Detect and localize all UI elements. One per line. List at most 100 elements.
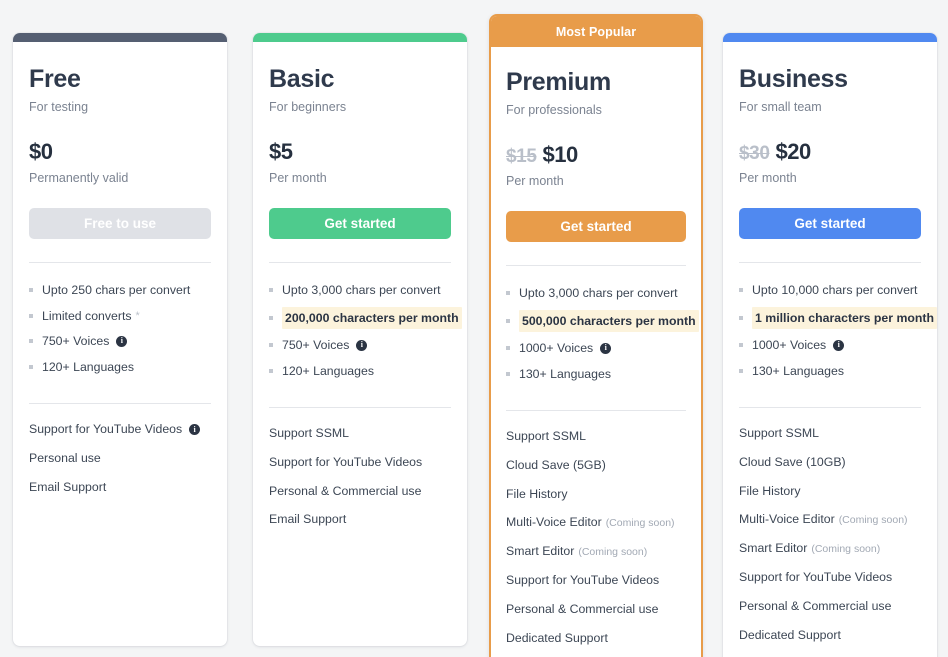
coming-soon-label: (Coming soon) (811, 542, 881, 555)
feature-label: Support for YouTube Videos (29, 422, 183, 436)
price-current-business: $20 (775, 138, 812, 164)
divider-top-business (739, 261, 921, 263)
divider-bottom-premium (506, 409, 686, 411)
price-current-premium: $10 (542, 141, 579, 167)
feature-label: 120+ Languages (282, 363, 374, 378)
price-original-business: $30 (739, 142, 770, 164)
plan-tagline-business: For small team (739, 99, 822, 114)
plan-slot-basic: Basic For beginners $5 Per month Get started… (240, 33, 480, 646)
card-body-basic: Basic For beginners $5 Per month Get started… (253, 42, 467, 535)
asterisk-icon: * (135, 309, 140, 322)
feature-label: 1000+ Voices (752, 338, 827, 353)
feature-item: Multi-Voice Editor (Coming soon) (506, 509, 686, 538)
feature-label: 200,000 characters per month (282, 306, 462, 330)
perk-feature-list-premium: Support SSML Cloud Save (5GB) File History… (506, 423, 686, 654)
get-started-button-premium[interactable]: Get started (506, 210, 686, 242)
plan-slot-premium: Most Popular Premium For professionals $15 $… (480, 14, 712, 657)
feature-label: Multi-Voice Editor (739, 512, 835, 527)
feature-item: Upto 250 chars per convert (29, 278, 211, 303)
feature-label: Personal & Commercial use (739, 598, 892, 613)
feature-item: Support for YouTube Videos i (29, 416, 211, 445)
feature-item: Cloud Save (5GB) (506, 451, 686, 480)
feature-item: 500,000 characters per month (506, 306, 699, 335)
bullet-square-icon (29, 339, 33, 344)
bullet-square-icon (269, 343, 273, 348)
feature-item: Personal & Commercial use (506, 595, 686, 624)
divider-top-basic (269, 261, 451, 263)
free-to-use-button-free: Free to use (29, 207, 211, 239)
quota-feature-list-business: Upto 10,000 chars per convert 1 million c… (739, 278, 938, 384)
get-started-button-basic[interactable]: Get started (269, 207, 451, 239)
bullet-square-icon (739, 315, 743, 320)
feature-item: 750+ Voices i (269, 333, 451, 358)
bullet-square-icon (29, 288, 33, 293)
pricing-card-business: Business For small team $30 $20 Per month Get… (723, 33, 938, 657)
feature-label: 130+ Languages (519, 366, 611, 381)
feature-item: 750+ Voices i (29, 329, 211, 354)
feature-item: 1000+ Voices i (506, 336, 686, 361)
price-row-business: $30 $20 (739, 139, 921, 165)
bullet-square-icon (739, 368, 743, 373)
feature-label: Upto 10,000 chars per convert (752, 283, 918, 298)
feature-label: File History (739, 483, 801, 498)
feature-item: Support for YouTube Videos (269, 448, 451, 477)
feature-label: 1000+ Voices (519, 341, 594, 356)
pricing-plans-grid: Free For testing $0 Permanently valid Free t… (0, 0, 948, 657)
feature-label: Email Support (29, 479, 107, 494)
info-icon[interactable]: i (116, 335, 128, 347)
quota-feature-list-premium: Upto 3,000 chars per convert 500,000 char… (506, 281, 699, 387)
feature-item: Dedicated Support (739, 621, 921, 650)
info-icon[interactable]: i (600, 342, 612, 354)
feature-label: Multi-Voice Editor (506, 515, 602, 530)
feature-item: Upto 3,000 chars per convert (269, 278, 451, 303)
feature-item: Support SSML (739, 420, 921, 449)
bullet-square-icon (29, 364, 33, 369)
feature-item: Email Support (269, 506, 451, 535)
coming-soon-label: (Coming soon) (838, 513, 908, 526)
plan-name-business: Business (739, 65, 848, 93)
price-original-premium: $15 (506, 145, 537, 167)
plan-name-basic: Basic (269, 65, 335, 93)
bullet-square-icon (506, 346, 510, 351)
feature-label: Dedicated Support (506, 630, 608, 645)
feature-label: Support for YouTube Videos (506, 573, 660, 588)
price-current-free: $0 (29, 138, 53, 164)
feature-item: File History (739, 477, 921, 506)
bullet-square-icon (506, 318, 510, 323)
price-row-premium: $15 $10 (506, 142, 686, 168)
price-row-free: $0 (29, 139, 211, 165)
plan-tagline-basic: For beginners (269, 99, 347, 114)
perk-feature-list-basic: Support SSML Support for YouTube Videos Pe… (269, 420, 451, 535)
feature-label: Smart Editor (506, 544, 575, 559)
feature-item: Limited converts * (29, 303, 211, 328)
feature-label: 750+ Voices (42, 334, 110, 349)
get-started-button-business[interactable]: Get started (739, 207, 921, 239)
feature-label: Personal use (29, 450, 101, 465)
feature-label: 500,000 characters per month (519, 309, 699, 333)
feature-item: 1 million characters per month (739, 303, 938, 332)
feature-item: Personal use (29, 444, 211, 473)
feature-item: Multi-Voice Editor (Coming soon) (739, 506, 921, 535)
info-icon[interactable]: i (356, 339, 368, 351)
feature-label: 120+ Languages (42, 359, 134, 374)
card-accent-bar-business (723, 33, 937, 42)
pricing-card-basic: Basic For beginners $5 Per month Get started… (253, 33, 467, 646)
feature-item: 1000+ Voices i (739, 333, 921, 358)
info-icon[interactable]: i (833, 339, 845, 351)
pricing-card-free: Free For testing $0 Permanently valid Free t… (13, 33, 227, 646)
feature-item: File History (506, 480, 686, 509)
perk-feature-list-free: Support for YouTube Videos i Personal use E… (29, 416, 211, 502)
price-current-basic: $5 (269, 138, 293, 164)
pricing-card-premium: Most Popular Premium For professionals $15 $… (489, 14, 703, 657)
feature-label: Limited converts (42, 308, 132, 323)
card-body-premium: Premium For professionals $15 $10 Per month G… (491, 47, 701, 653)
feature-label: 750+ Voices (282, 338, 350, 353)
card-accent-bar-free (13, 33, 227, 42)
feature-label: Cloud Save (10GB) (739, 454, 846, 469)
plan-slot-free: Free For testing $0 Permanently valid Free t… (0, 33, 240, 646)
feature-item: Upto 10,000 chars per convert (739, 278, 921, 303)
coming-soon-label: (Coming soon) (578, 545, 648, 558)
info-icon[interactable]: i (189, 424, 201, 436)
bullet-square-icon (506, 291, 510, 296)
price-period-free: Permanently valid (29, 170, 129, 185)
